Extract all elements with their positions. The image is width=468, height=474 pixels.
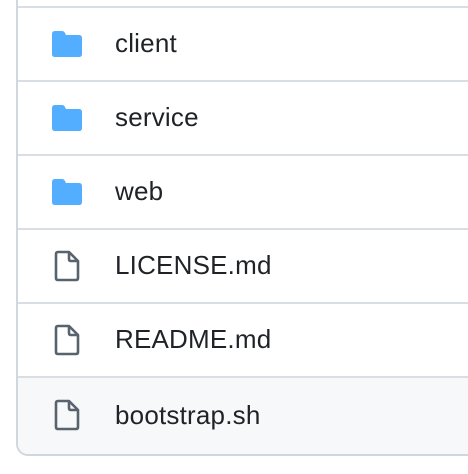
- file-name[interactable]: client: [115, 28, 177, 59]
- file-row-readme[interactable]: README.md: [18, 302, 468, 375]
- file-row-client[interactable]: client: [18, 6, 468, 79]
- file-name[interactable]: LICENSE.md: [115, 250, 272, 281]
- folder-icon: [50, 177, 84, 207]
- file-name[interactable]: README.md: [115, 324, 271, 355]
- folder-icon: [50, 29, 84, 59]
- file-icon: [50, 250, 84, 281]
- file-icon: [50, 324, 84, 355]
- file-icon: [50, 399, 84, 431]
- file-name[interactable]: service: [115, 102, 199, 133]
- file-row-web[interactable]: web: [18, 154, 468, 227]
- file-row-service[interactable]: service: [18, 80, 468, 153]
- file-row-license[interactable]: LICENSE.md: [18, 228, 468, 301]
- file-row-bootstrap[interactable]: bootstrap.sh: [18, 376, 468, 454]
- file-name[interactable]: web: [115, 176, 163, 207]
- folder-icon: [50, 103, 84, 133]
- file-name[interactable]: bootstrap.sh: [115, 400, 261, 431]
- file-list: client service web LICENSE.md README.md …: [16, 0, 468, 456]
